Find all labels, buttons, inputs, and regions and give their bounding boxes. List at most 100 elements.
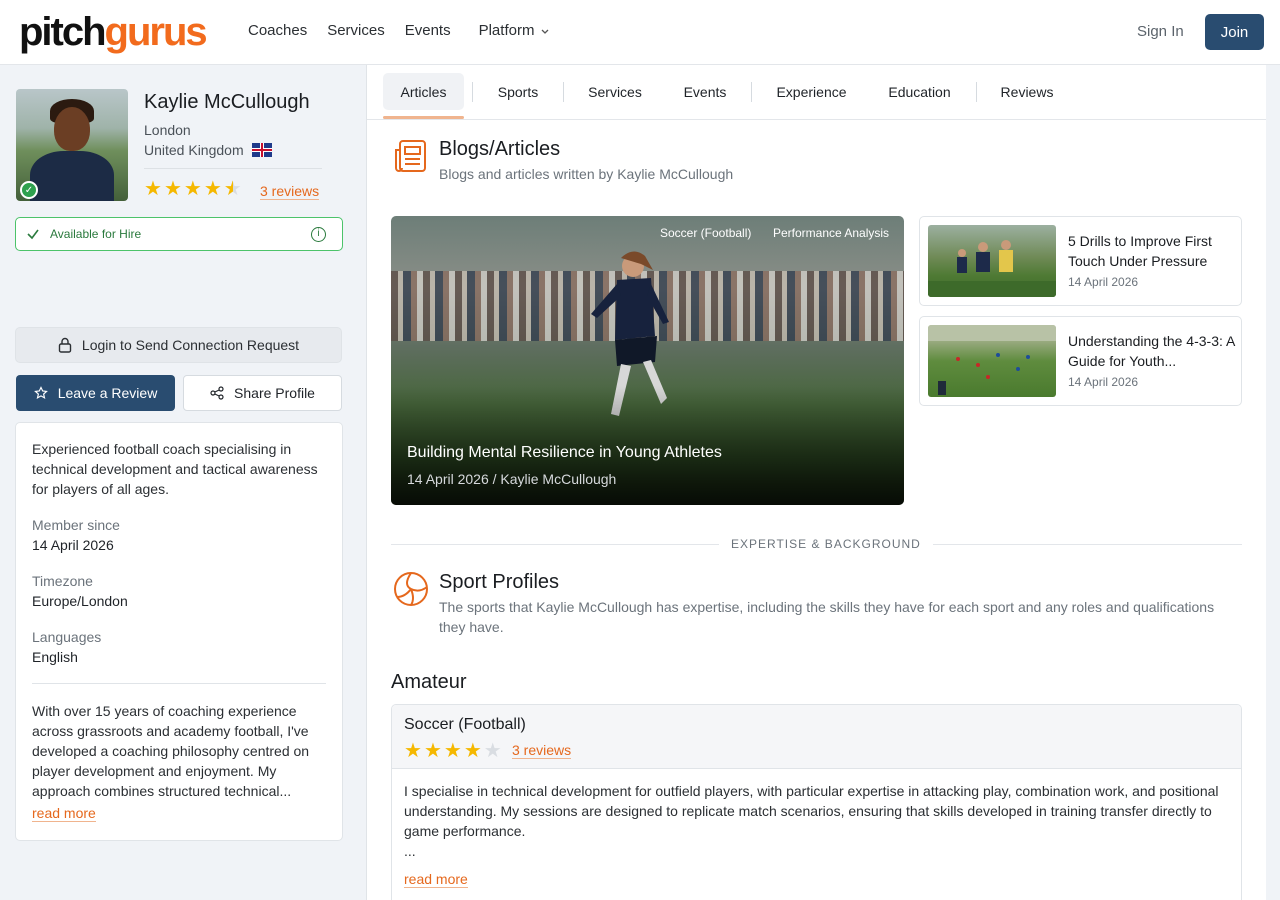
profile-city: London: [144, 122, 191, 138]
match-image: [928, 325, 1056, 395]
sport-profiles-subtitle: The sports that Kaylie McCullough has ex…: [439, 599, 1215, 635]
star-icon: ★: [423, 740, 442, 762]
sport-description-text: I specialise in technical development fo…: [404, 783, 1219, 839]
tab-separator: [976, 82, 977, 102]
scrollbar-track[interactable]: [1266, 65, 1280, 900]
availability-badge: Available for Hire i: [15, 217, 343, 251]
section-divider-label: EXPERTISE & BACKGROUND: [719, 537, 933, 551]
check-icon: [27, 229, 39, 240]
level-heading: Amateur: [391, 671, 467, 693]
sport-profile-header: Soccer (Football) ★ ★ ★ ★ ★ 3 reviews: [392, 705, 1241, 769]
profile-name: Kaylie McCullough: [144, 91, 310, 113]
active-tab-indicator: [383, 116, 464, 119]
top-navigation-bar: pitchgurus Coaches Services Events Platf…: [0, 0, 1280, 65]
star-empty-icon: ★: [483, 740, 502, 762]
tab-events[interactable]: Events: [667, 73, 743, 110]
volleyball-icon: [394, 572, 428, 606]
share-profile-button[interactable]: Share Profile: [183, 375, 342, 411]
member-since-value: 14 April 2026: [32, 537, 114, 553]
sport-description: I specialise in technical development fo…: [404, 781, 1234, 861]
member-since-label: Member since: [32, 517, 120, 533]
uk-flag-icon: [251, 143, 272, 157]
sport-read-more-link[interactable]: read more: [404, 871, 468, 888]
login-to-connect-button[interactable]: Login to Send Connection Request: [15, 327, 342, 363]
star-icon: ★: [443, 740, 462, 762]
article-icon: [395, 140, 426, 172]
leave-review-button[interactable]: Leave a Review: [16, 375, 175, 411]
article-title: 5 Drills to Improve First Touch Under Pr…: [1068, 233, 1212, 269]
nav-platform-dropdown[interactable]: Platform: [479, 22, 551, 39]
star-icon: ★: [463, 740, 482, 762]
star-icon: ★: [163, 178, 182, 200]
avatar-head: [54, 107, 90, 151]
sport-description-ellipsis: ...: [404, 843, 416, 859]
article-list-item[interactable]: 5 Drills to Improve First Touch Under Pr…: [919, 216, 1242, 306]
article-tag: Performance Analysis: [773, 226, 890, 240]
star-icon: ★: [203, 178, 222, 200]
star-icon: ★: [404, 740, 422, 762]
drill-image: [928, 240, 1056, 297]
share-profile-label: Share Profile: [234, 385, 315, 401]
tab-sports[interactable]: Sports: [480, 73, 556, 110]
profile-reviews-link[interactable]: 3 reviews: [260, 183, 320, 200]
article-date: 14 April 2026: [1068, 375, 1139, 389]
avatar-body: [30, 151, 114, 201]
half-star-icon: ★: [223, 178, 242, 200]
profile-tabs: Articles Sports Services Events Experien…: [367, 65, 1266, 120]
timezone-label: Timezone: [32, 573, 93, 589]
timezone-value: Europe/London: [32, 593, 128, 609]
articles-title: Blogs/Articles: [439, 138, 561, 160]
tab-services[interactable]: Services: [573, 73, 657, 110]
sign-in-link[interactable]: Sign In: [1137, 23, 1184, 40]
leave-review-label: Leave a Review: [57, 385, 158, 401]
profile-intro: Experienced football coach specialising …: [32, 441, 318, 497]
lock-icon: [58, 337, 72, 353]
share-icon: [210, 386, 224, 400]
pitchgurus-logo[interactable]: pitchgurus: [19, 10, 208, 54]
card-divider: [32, 683, 326, 684]
profile-country-label: United Kingdom: [144, 142, 244, 158]
info-icon[interactable]: i: [311, 227, 326, 242]
star-outline-icon: [33, 386, 48, 399]
tab-separator: [751, 82, 752, 102]
name-divider: [144, 168, 322, 169]
login-button-label: Login to Send Connection Request: [81, 337, 300, 353]
bio-read-more-link[interactable]: read more: [32, 805, 96, 822]
languages-value: English: [32, 649, 78, 665]
sport-rating-stars: ★ ★ ★ ★ ★: [404, 741, 502, 761]
tab-articles[interactable]: Articles: [383, 73, 464, 110]
nav-coaches[interactable]: Coaches: [248, 22, 307, 39]
profile-rating-stars: ★ ★ ★ ★ ★: [144, 179, 242, 199]
featured-article-card[interactable]: Soccer (Football) Performance Analysis B…: [391, 216, 904, 505]
tab-separator: [563, 82, 564, 102]
articles-subtitle: Blogs and articles written by Kaylie McC…: [439, 166, 734, 182]
main-nav: Coaches Services Events Platform: [248, 22, 550, 39]
tab-education[interactable]: Education: [872, 73, 967, 110]
chevron-down-icon: [541, 29, 549, 34]
article-list-item[interactable]: Understanding the 4-3-3: A Guide for You…: [919, 316, 1242, 406]
profile-country: United Kingdom: [144, 142, 272, 158]
nav-events[interactable]: Events: [405, 22, 451, 39]
featured-article-meta: 14 April 2026 / Kaylie McCullough: [407, 471, 617, 487]
sport-reviews-link[interactable]: 3 reviews: [512, 742, 572, 759]
tab-experience[interactable]: Experience: [761, 73, 862, 110]
article-tag: Soccer (Football): [660, 226, 752, 240]
sport-name: Soccer (Football): [404, 716, 526, 733]
languages-label: Languages: [32, 629, 102, 645]
star-icon: ★: [183, 178, 202, 200]
featured-article-title: Building Mental Resilience in Young Athl…: [407, 444, 722, 461]
article-thumbnail: [928, 225, 1056, 297]
nav-services[interactable]: Services: [327, 22, 385, 39]
availability-label: Available for Hire: [50, 227, 142, 241]
profile-details-card: Experienced football coach specialising …: [15, 422, 343, 841]
sport-profiles-title: Sport Profiles: [439, 571, 560, 593]
verified-badge-icon: ✓: [20, 181, 38, 199]
profile-bio: With over 15 years of coaching experienc…: [32, 703, 310, 799]
tab-reviews[interactable]: Reviews: [986, 73, 1068, 110]
join-button[interactable]: Join: [1205, 14, 1264, 50]
article-title: Understanding the 4-3-3: A Guide for You…: [1068, 333, 1235, 369]
sport-profile-card: Soccer (Football) ★ ★ ★ ★ ★ 3 reviews I …: [391, 704, 1242, 900]
main-content: Articles Sports Services Events Experien…: [367, 65, 1266, 900]
nav-platform-label: Platform: [478, 22, 535, 39]
article-date: 14 April 2026: [1068, 275, 1139, 289]
